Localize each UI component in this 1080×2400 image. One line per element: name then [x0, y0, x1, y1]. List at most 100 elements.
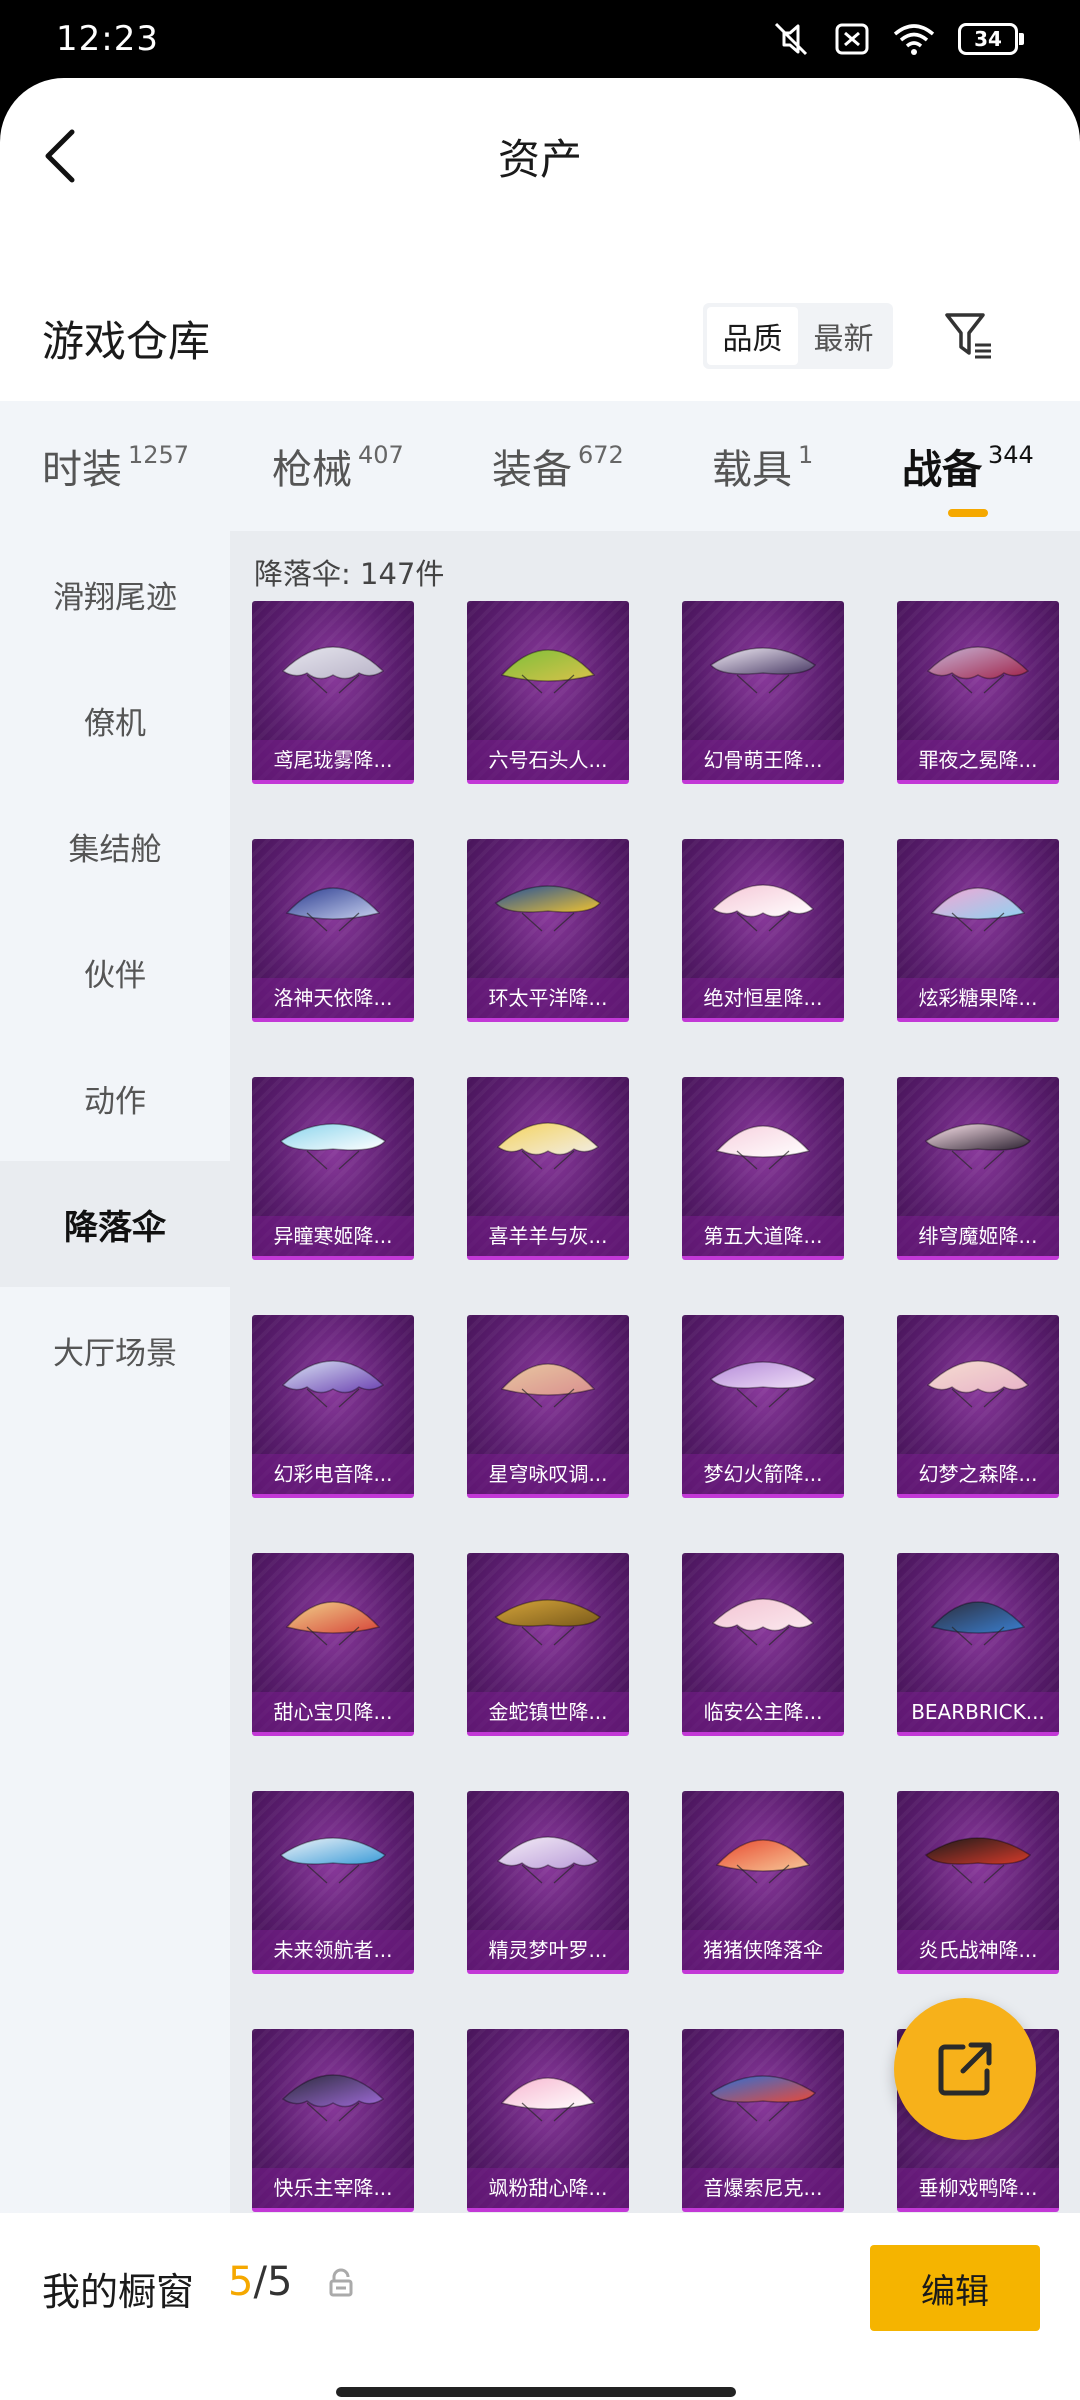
assets-page: 资产 游戏仓库 品质 最新 时装 1257 枪械 407 装备 672 载具 1	[0, 78, 1080, 2400]
item-name: 鸢尾珑雾降...	[252, 740, 414, 780]
tab-label: 装备	[492, 447, 572, 493]
parachute-item-card[interactable]: BEARBRICK...	[897, 1553, 1059, 1736]
wifi-icon	[893, 24, 935, 55]
battery-indicator: 34	[958, 23, 1024, 55]
item-name: 金蛇镇世降...	[467, 1692, 629, 1732]
tab-count: 407	[358, 441, 404, 469]
sidebar-item-glide-trail[interactable]: 滑翔尾迹	[0, 531, 230, 657]
sidebar-item-rally-pod[interactable]: 集结舱	[0, 783, 230, 909]
parachute-item-card[interactable]: 音爆索尼克...	[682, 2029, 844, 2212]
sort-by-quality[interactable]: 品质	[707, 307, 798, 365]
parachute-icon	[279, 1837, 387, 1884]
parachute-item-card[interactable]: 炎氏战神降...	[897, 1791, 1059, 1974]
parachute-icon	[709, 2075, 817, 2122]
parachute-item-card[interactable]: 快乐主宰降...	[252, 2029, 414, 2212]
parachute-item-card[interactable]: 临安公主降...	[682, 1553, 844, 1736]
parachute-icon	[930, 887, 1026, 932]
parachute-item-card[interactable]: 洛神天依降...	[252, 839, 414, 1022]
parachute-item-card[interactable]: 甜心宝贝降...	[252, 1553, 414, 1736]
parachute-icon	[285, 887, 381, 932]
parachute-item-card[interactable]: 未来领航者...	[252, 1791, 414, 1974]
showcase-current: 5	[228, 2259, 254, 2305]
parachute-icon	[279, 1123, 387, 1170]
tab-equipment[interactable]: 装备 672	[492, 437, 712, 495]
item-name: 垂柳戏鸭降...	[897, 2168, 1059, 2208]
showcase-bar: 我的橱窗 5/5 编辑	[0, 2213, 1080, 2400]
parachute-item-card[interactable]: 六号石头人...	[467, 601, 629, 784]
parachute-icon	[930, 1601, 1026, 1646]
parachute-item-card[interactable]: 幻彩电音降...	[252, 1315, 414, 1498]
parachute-item-card[interactable]: 罪夜之冕降...	[897, 601, 1059, 784]
item-name: 洛神天依降...	[252, 978, 414, 1018]
item-name: 炫彩糖果降...	[897, 978, 1059, 1018]
tab-battle-prep[interactable]: 战备 344	[902, 437, 1034, 517]
parachute-item-card[interactable]: 幻骨萌王降...	[682, 601, 844, 784]
parachute-item-card[interactable]: 绯穹魔姬降...	[897, 1077, 1059, 1260]
item-name: 异瞳寒姬降...	[252, 1216, 414, 1256]
sort-by-newest[interactable]: 最新	[798, 307, 889, 365]
tab-label: 时装	[42, 447, 122, 493]
sidebar-item-wingman[interactable]: 僚机	[0, 657, 230, 783]
parachute-item-card[interactable]: 绝对恒星降...	[682, 839, 844, 1022]
tab-count: 1257	[128, 441, 190, 469]
parachute-item-card[interactable]: 鸢尾珑雾降...	[252, 601, 414, 784]
filter-button[interactable]	[940, 306, 998, 364]
parachute-icon	[711, 884, 815, 932]
showcase-total: 5	[266, 2259, 293, 2305]
parachute-icon	[924, 1837, 1032, 1884]
item-name: 星穹咏叹调...	[467, 1454, 629, 1494]
tab-label: 载具	[712, 447, 792, 493]
sidebar-item-emote[interactable]: 动作	[0, 1035, 230, 1161]
parachute-item-card[interactable]: 梦幻火箭降...	[682, 1315, 844, 1498]
sidebar-item-companion[interactable]: 伙伴	[0, 909, 230, 1035]
sort-toggle: 品质 最新	[703, 303, 893, 369]
edit-button[interactable]: 编辑	[870, 2245, 1040, 2331]
parachute-item-card[interactable]: 金蛇镇世降...	[467, 1553, 629, 1736]
parachute-icon	[715, 1839, 811, 1884]
parachute-icon	[926, 1360, 1030, 1408]
tab-count: 672	[578, 441, 624, 469]
tab-vehicles[interactable]: 载具 1	[712, 437, 902, 495]
status-time: 12:23	[56, 19, 159, 59]
parachute-item-card[interactable]: 炫彩糖果降...	[897, 839, 1059, 1022]
showcase-separator: /	[253, 2259, 267, 2305]
parachute-icon	[494, 885, 602, 932]
item-name: 幻梦之森降...	[897, 1454, 1059, 1494]
share-fab[interactable]	[894, 1998, 1036, 2140]
parachute-icon	[496, 1836, 600, 1884]
parachute-icon	[500, 2077, 596, 2122]
sidebar-item-parachute[interactable]: 降落伞	[0, 1161, 230, 1287]
item-name: 罪夜之冕降...	[897, 740, 1059, 780]
parachute-icon	[715, 1125, 811, 1170]
item-name: 甜心宝贝降...	[252, 1692, 414, 1732]
parachute-icon	[285, 1601, 381, 1646]
sim-off-icon	[835, 23, 869, 55]
parachute-item-card[interactable]: 星穹咏叹调...	[467, 1315, 629, 1498]
tab-fashion[interactable]: 时装 1257	[42, 437, 272, 495]
tab-firearms[interactable]: 枪械 407	[272, 437, 492, 495]
item-name: 六号石头人...	[467, 740, 629, 780]
battery-level: 34	[974, 27, 1002, 51]
parachute-icon	[500, 649, 596, 694]
item-name: 临安公主降...	[682, 1692, 844, 1732]
item-name: 梦幻火箭降...	[682, 1454, 844, 1494]
parachute-item-card[interactable]: 幻梦之森降...	[897, 1315, 1059, 1498]
open-external-icon	[938, 2042, 992, 2096]
tab-count: 1	[798, 441, 814, 469]
parachute-item-card[interactable]: 猪猪侠降落伞	[682, 1791, 844, 1974]
item-name: 绝对恒星降...	[682, 978, 844, 1018]
sidebar-item-lobby-scene[interactable]: 大厅场景	[0, 1287, 230, 1413]
parachute-icon	[709, 647, 817, 694]
parachute-item-card[interactable]: 飒粉甜心降...	[467, 2029, 629, 2212]
parachute-item-card[interactable]: 异瞳寒姬降...	[252, 1077, 414, 1260]
page-title: 资产	[497, 135, 582, 184]
parachute-item-card[interactable]: 环太平洋降...	[467, 839, 629, 1022]
parachute-icon	[494, 1599, 602, 1646]
parachute-item-card[interactable]: 第五大道降...	[682, 1077, 844, 1260]
parachute-item-card[interactable]: 精灵梦叶罗...	[467, 1791, 629, 1974]
lock-icon	[329, 2268, 353, 2297]
item-name: 精灵梦叶罗...	[467, 1930, 629, 1970]
parachute-item-card[interactable]: 喜羊羊与灰...	[467, 1077, 629, 1260]
home-indicator[interactable]	[336, 2387, 736, 2397]
item-grid: 鸢尾珑雾降... 六号石头人... 幻骨萌王降... 罪夜之冕降... 洛神天依降...…	[252, 601, 1080, 2212]
